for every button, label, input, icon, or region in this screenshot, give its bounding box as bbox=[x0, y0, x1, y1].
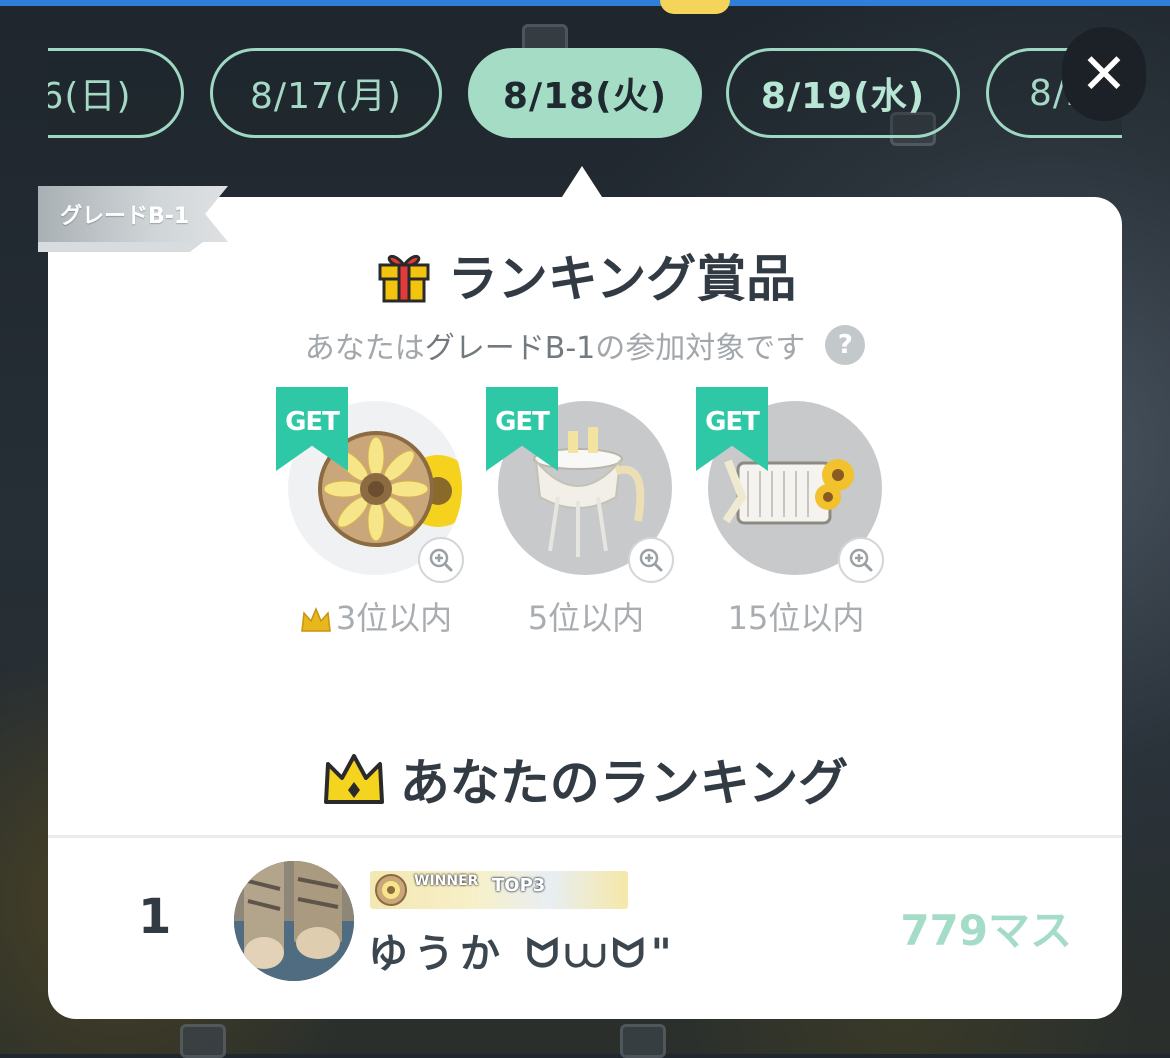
zoom-button[interactable] bbox=[838, 537, 884, 583]
avatar[interactable] bbox=[234, 861, 354, 981]
ranking-row[interactable]: 1 WINNER TOP3 ゆうか ᗢ⩊ᗢ" 779マス bbox=[48, 839, 1122, 1019]
zoom-in-icon bbox=[849, 548, 873, 572]
top-accent-bar bbox=[0, 0, 1170, 6]
subtitle-prefix: あなたは bbox=[304, 331, 425, 366]
title-badge: WINNER TOP3 bbox=[370, 871, 628, 909]
username: ゆうか ᗢ⩊ᗢ" bbox=[368, 931, 678, 977]
rank-number: 1 bbox=[138, 889, 172, 945]
prize-item-2: GET 5位以内 bbox=[468, 387, 678, 637]
prizes-subtitle: あなたは グレードB-1 の参加対象です ? bbox=[48, 323, 1122, 367]
date-tab-0[interactable]: 6(日) bbox=[48, 48, 184, 138]
cat-paws-avatar-image bbox=[234, 861, 354, 981]
date-tabs: 6(日) 8/17(月) 8/18(火) 8/19(水) 8/20( bbox=[48, 40, 1122, 150]
prize-rank-label: 3位以内 bbox=[258, 593, 494, 639]
prize-item-1: GET 3位以内 bbox=[258, 387, 468, 637]
prize-rank-label: 15位以内 bbox=[727, 599, 865, 637]
close-icon: ✕ bbox=[1080, 41, 1128, 107]
prize-rank-text: 3位以内 bbox=[335, 599, 453, 637]
badge-title: WINNER bbox=[414, 873, 479, 889]
small-crown-icon bbox=[300, 607, 331, 632]
grade-ribbon-shadow bbox=[38, 242, 203, 252]
help-icon[interactable]: ? bbox=[825, 325, 866, 365]
chest-decoration bbox=[180, 1024, 226, 1058]
gift-icon bbox=[378, 254, 430, 303]
close-button[interactable]: ✕ bbox=[1062, 27, 1146, 121]
badge-subtitle: TOP3 bbox=[492, 875, 546, 896]
ranking-panel: ランキング賞品 あなたは グレードB-1 の参加対象です ? GET 3位以内 … bbox=[48, 197, 1122, 1019]
date-tab-active[interactable]: 8/18(火) bbox=[468, 48, 702, 138]
zoom-in-icon bbox=[639, 548, 663, 572]
lightbulb-decoration bbox=[660, 0, 730, 14]
zoom-button[interactable] bbox=[418, 537, 464, 583]
sunflower-badge-icon bbox=[375, 874, 407, 906]
date-tab-1[interactable]: 8/17(月) bbox=[210, 48, 442, 138]
subtitle-grade: グレードB-1 bbox=[424, 331, 596, 366]
prize-rank-label: 5位以内 bbox=[527, 599, 645, 637]
grade-badge: グレードB-1 bbox=[38, 186, 228, 242]
subtitle-suffix: の参加対象です bbox=[595, 331, 806, 366]
zoom-in-icon bbox=[429, 548, 453, 572]
ranking-title-text: あなたのランキング bbox=[399, 754, 849, 812]
zoom-button[interactable] bbox=[628, 537, 674, 583]
crown-icon bbox=[323, 754, 384, 804]
score: 779マス bbox=[900, 906, 1072, 955]
prizes-title: ランキング賞品 bbox=[48, 239, 1122, 311]
date-tab-3[interactable]: 8/19(水) bbox=[726, 48, 960, 138]
ranking-title: あなたのランキング bbox=[48, 743, 1122, 815]
tab-pointer bbox=[560, 166, 604, 200]
divider bbox=[48, 835, 1122, 838]
prizes-title-text: ランキング賞品 bbox=[447, 250, 797, 308]
chest-decoration bbox=[620, 1024, 666, 1058]
prize-item-3: GET 15位以内 bbox=[678, 387, 888, 637]
